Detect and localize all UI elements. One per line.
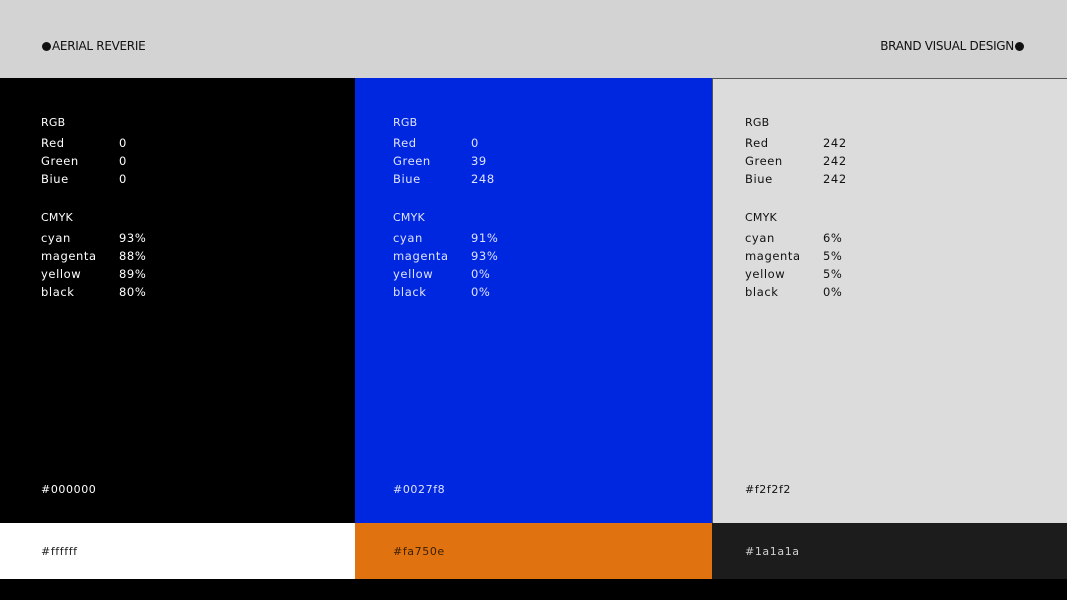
brand-name: AERIAL REVERIE	[52, 39, 146, 53]
cmyk-row-yellow: yellow 89%	[41, 267, 147, 281]
rgb-row-blue: Biue 248	[393, 172, 495, 186]
rgb-row-red: Red 242	[745, 136, 847, 150]
hex-code: #1a1a1a	[745, 545, 800, 558]
cmyk-row-magenta: magenta 5%	[745, 249, 843, 263]
hex-code: #0027f8	[393, 483, 446, 496]
cmyk-row-black: black 0%	[393, 285, 491, 299]
color-panel-black: RGB Red 0 Green 0 Biue 0 CMYK cyan 93% magen…	[0, 78, 355, 523]
cmyk-row-magenta: magenta 88%	[41, 249, 147, 263]
bullet-dot-icon	[42, 41, 51, 51]
rgb-row-blue: Biue 242	[745, 172, 847, 186]
rgb-row-green: Green 39	[393, 154, 487, 168]
cmyk-row-magenta: magenta 93%	[393, 249, 499, 263]
swatch-strip-white: #ffffff	[0, 523, 355, 579]
hex-code: #ffffff	[41, 545, 78, 558]
rgb-row-green: Green 242	[745, 154, 847, 168]
cmyk-row-black: black 0%	[745, 285, 843, 299]
color-panel-light-gray: RGB Red 242 Green 242 Biue 242 CMYK cyan 6% …	[712, 78, 1067, 523]
brand-title-left: AERIAL REVERIE	[42, 39, 146, 53]
rgb-title: RGB	[393, 116, 418, 129]
rgb-row-green: Green 0	[41, 154, 127, 168]
swatch-strip-dark: #1a1a1a	[712, 523, 1067, 579]
brand-subtitle: BRAND VISUAL DESIGN	[880, 39, 1014, 53]
cmyk-row-yellow: yellow 0%	[393, 267, 491, 281]
hex-code: #000000	[41, 483, 97, 496]
cmyk-title: CMYK	[745, 211, 777, 224]
hex-code: #fa750e	[393, 545, 445, 558]
color-panel-blue: RGB Red 0 Green 39 Biue 248 CMYK cyan 91% ma…	[355, 78, 712, 523]
rgb-title: RGB	[745, 116, 770, 129]
rgb-title: RGB	[41, 116, 66, 129]
cmyk-title: CMYK	[393, 211, 425, 224]
hex-code: #f2f2f2	[745, 483, 792, 496]
rgb-row-red: Red 0	[41, 136, 127, 150]
rgb-row-blue: Biue 0	[41, 172, 127, 186]
bottom-border	[0, 579, 1067, 600]
cmyk-row-yellow: yellow 5%	[745, 267, 843, 281]
cmyk-row-cyan: cyan 93%	[41, 231, 147, 245]
cmyk-row-black: black 80%	[41, 285, 147, 299]
cmyk-title: CMYK	[41, 211, 73, 224]
cmyk-row-cyan: cyan 91%	[393, 231, 499, 245]
swatch-strip-orange: #fa750e	[355, 523, 712, 579]
bullet-dot-icon	[1015, 41, 1024, 51]
cmyk-row-cyan: cyan 6%	[745, 231, 843, 245]
brand-title-right: BRAND VISUAL DESIGN	[880, 39, 1024, 53]
header-bar: AERIAL REVERIE BRAND VISUAL DESIGN	[0, 0, 1067, 78]
rgb-row-red: Red 0	[393, 136, 479, 150]
